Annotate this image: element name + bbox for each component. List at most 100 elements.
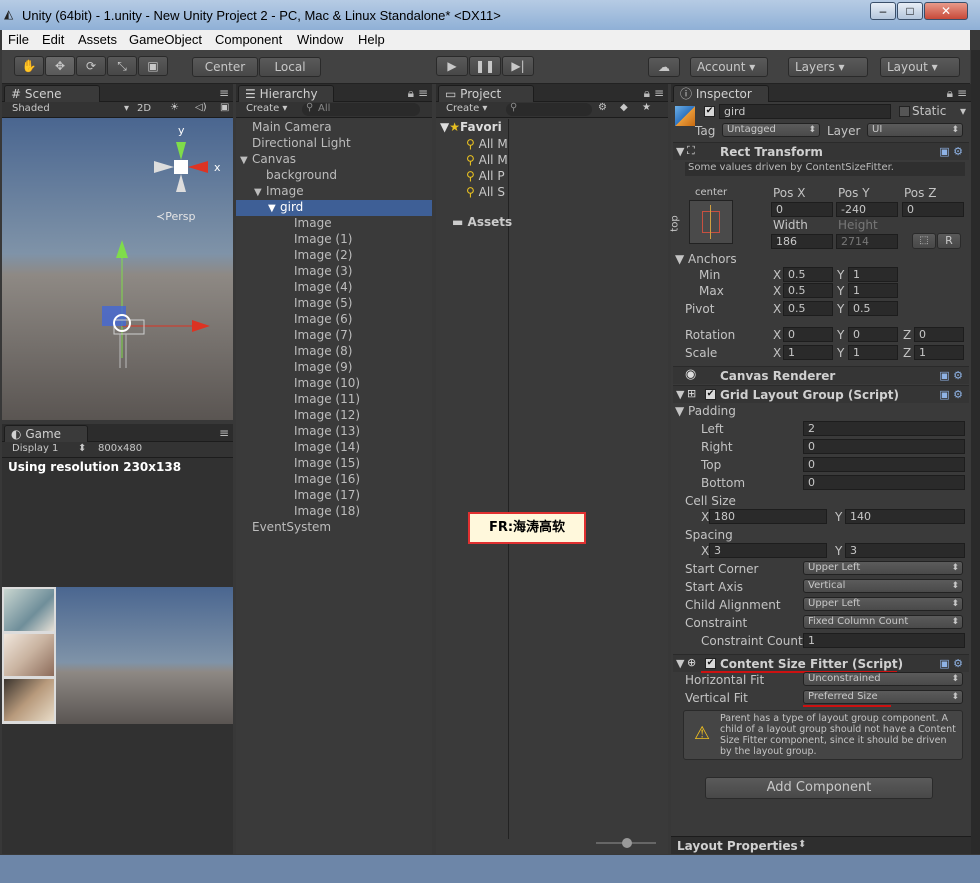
static-dropdown-arrow[interactable]: ▾: [960, 104, 966, 118]
rotate-tool-icon[interactable]: ⟳: [76, 56, 106, 76]
maximize-button[interactable]: □: [897, 2, 923, 20]
help-settings-icon[interactable]: ▣ ⚙: [939, 388, 963, 401]
padding-right-field[interactable]: 0: [803, 439, 965, 454]
favorite-star-icon[interactable]: ★: [642, 102, 651, 113]
rotation-y-field[interactable]: 0: [848, 327, 898, 342]
layout-properties-bar[interactable]: Layout Properties ⬍: [671, 836, 971, 854]
favorite-item[interactable]: ⚲ All M: [466, 152, 508, 168]
display-dropdown[interactable]: Display 1: [12, 443, 58, 454]
play-button[interactable]: ▶: [436, 56, 468, 76]
padding-bottom-field[interactable]: 0: [803, 475, 965, 490]
cell-size-y-field[interactable]: 140: [845, 509, 965, 524]
hierarchy-item[interactable]: Image: [236, 216, 432, 232]
hierarchy-item[interactable]: Image (1): [236, 232, 432, 248]
anchor-min-x-field[interactable]: 0.5: [783, 267, 833, 282]
hierarchy-item[interactable]: ▼ Canvas: [236, 152, 432, 168]
rotation-z-field[interactable]: 0: [914, 327, 964, 342]
rotation-x-field[interactable]: 0: [783, 327, 833, 342]
hierarchy-item[interactable]: Image (2): [236, 248, 432, 264]
pos-z-field[interactable]: 0: [902, 202, 964, 217]
rect-transform-header[interactable]: ▼ ⛶ Rect Transform ▣ ⚙: [673, 142, 969, 160]
menu-help[interactable]: Help: [358, 32, 385, 47]
hierarchy-item[interactable]: Image (3): [236, 264, 432, 280]
shading-mode-dropdown[interactable]: Shaded: [12, 103, 50, 114]
account-dropdown[interactable]: Account ▾: [690, 57, 768, 77]
object-name-field[interactable]: gird: [719, 104, 891, 119]
scene-viewport[interactable]: y x ≺Persp: [2, 118, 233, 420]
content-size-fitter-header[interactable]: ▼ ⊕ ✔ Content Size Fitter (Script) ▣ ⚙: [673, 654, 969, 672]
pivot-x-field[interactable]: 0.5: [783, 301, 833, 316]
width-field[interactable]: 186: [771, 234, 833, 249]
panel-menu-icon[interactable]: ≡: [654, 86, 664, 100]
hierarchy-search-input[interactable]: All: [302, 103, 420, 116]
hierarchy-item[interactable]: background: [236, 168, 432, 184]
layers-dropdown[interactable]: Layers ▾: [788, 57, 868, 77]
close-button[interactable]: ✕: [924, 2, 968, 20]
lock-icon[interactable]: 🔒︎: [408, 86, 414, 101]
audio-toggle-icon[interactable]: ◁): [195, 102, 207, 113]
padding-left-field[interactable]: 2: [803, 421, 965, 436]
hierarchy-item[interactable]: Image (17): [236, 488, 432, 504]
resolution-dropdown[interactable]: 800x480: [98, 443, 142, 454]
blueprint-mode-button[interactable]: ⬚: [912, 233, 936, 249]
padding-top-field[interactable]: 0: [803, 457, 965, 472]
scale-tool-icon[interactable]: ⤡: [107, 56, 137, 76]
hierarchy-item[interactable]: Image (11): [236, 392, 432, 408]
tab-scene[interactable]: # Scene: [4, 85, 100, 102]
foldout-arrow-icon[interactable]: ▼: [254, 187, 266, 198]
lock-icon[interactable]: 🔒︎: [644, 86, 650, 101]
2d-toggle[interactable]: 2D: [137, 103, 151, 114]
anchor-min-y-field[interactable]: 1: [848, 267, 898, 282]
constraint-count-field[interactable]: 1: [803, 633, 965, 648]
pivot-y-field[interactable]: 0.5: [848, 301, 898, 316]
hierarchy-item[interactable]: ▼ Image: [236, 184, 432, 200]
tab-game[interactable]: ◐ Game: [4, 425, 88, 442]
panel-menu-icon[interactable]: ≡: [219, 426, 229, 440]
cell-size-x-field[interactable]: 180: [709, 509, 827, 524]
hierarchy-create-button[interactable]: Create ▾: [246, 103, 287, 114]
hierarchy-item[interactable]: Image (16): [236, 472, 432, 488]
lighting-toggle-icon[interactable]: ☀: [170, 102, 179, 113]
tag-dropdown[interactable]: Untagged: [722, 123, 820, 137]
spacing-x-field[interactable]: 3: [709, 543, 827, 558]
pos-y-field[interactable]: -240: [836, 202, 898, 217]
favorites-folder[interactable]: ▼★Favori: [440, 120, 502, 134]
tab-hierarchy[interactable]: ☰ Hierarchy: [238, 85, 334, 102]
anchor-preset-button[interactable]: [689, 200, 733, 244]
pivot-local-button[interactable]: Local: [259, 57, 321, 77]
hierarchy-item[interactable]: EventSystem: [236, 520, 432, 536]
hierarchy-item[interactable]: Image (13): [236, 424, 432, 440]
rect-tool-icon[interactable]: ▣: [138, 56, 168, 76]
panel-menu-icon[interactable]: ≡: [957, 86, 967, 100]
foldout-arrow-icon[interactable]: ▼: [240, 155, 252, 166]
content-size-fitter-enabled-checkbox[interactable]: ✔: [705, 658, 716, 669]
layer-dropdown[interactable]: UI: [867, 123, 963, 137]
raw-edit-button[interactable]: R: [937, 233, 961, 249]
effects-toggle-icon[interactable]: ▣: [220, 102, 229, 113]
window-scrollbar[interactable]: [971, 50, 980, 854]
scale-x-field[interactable]: 1: [783, 345, 833, 360]
padding-foldout[interactable]: ▼ Padding: [675, 404, 736, 418]
favorite-item[interactable]: ⚲ All S: [466, 184, 508, 200]
help-settings-icon[interactable]: ▣ ⚙: [939, 657, 963, 670]
menu-edit[interactable]: Edit: [42, 32, 64, 47]
hierarchy-item[interactable]: Image (6): [236, 312, 432, 328]
hierarchy-item[interactable]: ▼ gird: [236, 200, 432, 216]
vertical-fit-dropdown[interactable]: Preferred Size: [803, 690, 963, 704]
static-checkbox[interactable]: [899, 106, 910, 117]
hierarchy-item[interactable]: Image (12): [236, 408, 432, 424]
menu-file[interactable]: File: [8, 32, 29, 47]
hierarchy-item[interactable]: Image (8): [236, 344, 432, 360]
menu-window[interactable]: Window: [297, 32, 343, 47]
menu-component[interactable]: Component: [215, 32, 282, 47]
cloud-icon[interactable]: ☁: [648, 57, 680, 77]
minimize-button[interactable]: ‒: [870, 2, 896, 20]
pivot-center-button[interactable]: Center: [192, 57, 258, 77]
anchor-max-x-field[interactable]: 0.5: [783, 283, 833, 298]
hierarchy-item[interactable]: Image (7): [236, 328, 432, 344]
filter-type-icon[interactable]: ⚙: [598, 102, 607, 113]
hierarchy-item[interactable]: Image (9): [236, 360, 432, 376]
tab-inspector[interactable]: ⓘ Inspector: [673, 85, 769, 102]
filter-label-icon[interactable]: ◆: [620, 102, 628, 113]
help-settings-icon[interactable]: ▣ ⚙: [939, 369, 963, 382]
